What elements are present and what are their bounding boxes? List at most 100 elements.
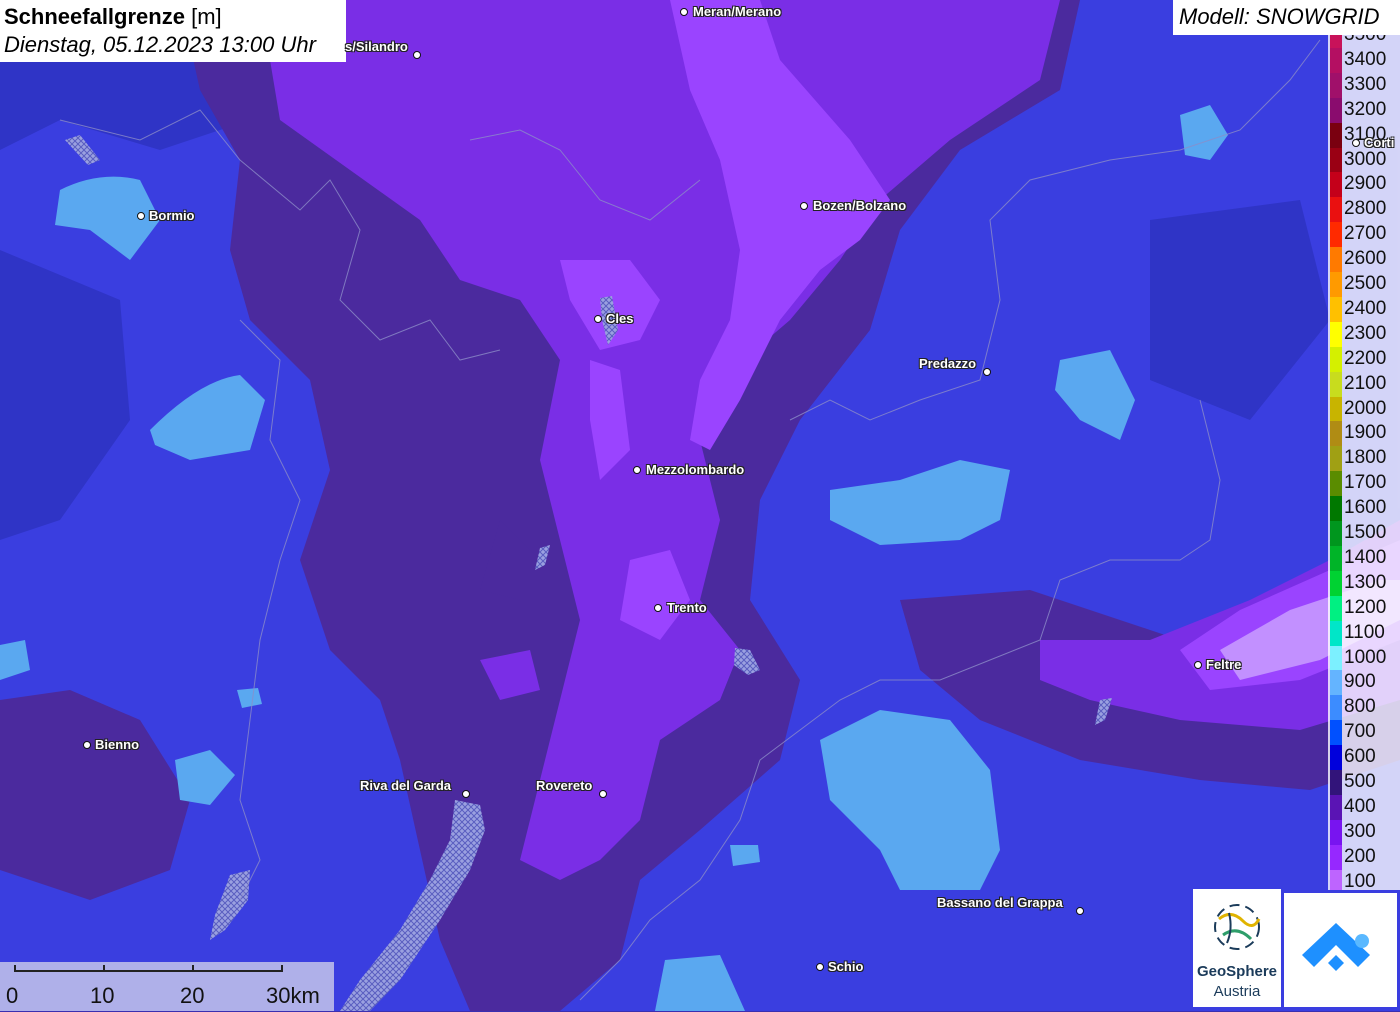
legend-entry: 1100	[1328, 620, 1400, 646]
city-marker[interactable]	[1076, 907, 1084, 915]
geosphere-logo-line2: Austria	[1213, 983, 1261, 1000]
legend-entry: 2300	[1328, 321, 1400, 347]
scale-line	[14, 970, 283, 972]
legend-swatch	[1330, 545, 1342, 571]
legend-swatch	[1330, 869, 1342, 890]
legend-label: 1300	[1344, 571, 1387, 593]
city-label[interactable]: Bassano del Grappa	[937, 896, 1063, 910]
city-label[interactable]: Mezzolombardo	[646, 463, 744, 477]
city-marker[interactable]	[983, 368, 991, 376]
city-marker[interactable]	[816, 963, 824, 971]
city-marker[interactable]	[1194, 661, 1202, 669]
legend-entry: 1600	[1328, 496, 1400, 522]
city-marker[interactable]	[594, 315, 602, 323]
legend-entry: 1700	[1328, 471, 1400, 497]
legend-swatch	[1330, 47, 1342, 73]
legend-swatch	[1330, 247, 1342, 273]
legend-label: 3000	[1344, 148, 1387, 170]
scale-label: 0	[6, 983, 19, 1008]
legend-entry: 2200	[1328, 346, 1400, 372]
legend-label: 300	[1344, 820, 1376, 842]
city-label[interactable]: Trento	[667, 601, 707, 615]
legend-label: 2300	[1344, 322, 1387, 344]
legend-entry: 1200	[1328, 595, 1400, 621]
city-label[interactable]: Cles	[606, 312, 633, 326]
geosphere-logo[interactable]: GeoSphere Austria	[1193, 889, 1281, 1007]
legend-swatch	[1330, 122, 1342, 148]
scale-tick	[192, 965, 194, 972]
legend-label: 1600	[1344, 497, 1387, 519]
legend-swatch	[1330, 222, 1342, 248]
legend-entry: 1800	[1328, 446, 1400, 472]
city-marker[interactable]	[800, 202, 808, 210]
map-title: Schneefallgrenze [m]	[4, 3, 346, 31]
legend-swatch	[1330, 197, 1342, 223]
scale-label: 30km	[266, 983, 320, 1008]
legend-entry: 2800	[1328, 197, 1400, 223]
legend-swatch	[1330, 471, 1342, 497]
legend-label: 800	[1344, 696, 1376, 718]
legend-label: 1200	[1344, 596, 1387, 618]
legend-swatch	[1330, 97, 1342, 123]
weather-app-logo[interactable]	[1284, 893, 1397, 1007]
legend-entry: 100	[1328, 869, 1400, 890]
city-marker[interactable]	[680, 8, 688, 16]
scale-tick	[103, 965, 105, 972]
legend-entry: 3000	[1328, 147, 1400, 173]
legend-label: 600	[1344, 746, 1376, 768]
city-marker[interactable]	[137, 212, 145, 220]
legend-swatch	[1330, 272, 1342, 297]
legend-label: 2100	[1344, 372, 1387, 394]
city-marker[interactable]	[1352, 139, 1360, 147]
scale-tick	[14, 965, 16, 972]
legend-swatch	[1330, 670, 1342, 696]
geosphere-emblem-icon	[1214, 904, 1261, 950]
legend-label: 200	[1344, 845, 1376, 867]
legend-label: 3200	[1344, 98, 1387, 120]
legend-swatch	[1330, 770, 1342, 795]
legend-label: 1100	[1344, 621, 1385, 643]
legend-swatch	[1330, 570, 1342, 596]
city-label[interactable]: Corti	[1364, 136, 1394, 150]
city-marker[interactable]	[462, 790, 470, 798]
geosphere-logo-line1: GeoSphere	[1196, 963, 1278, 980]
legend-entry: 1900	[1328, 421, 1400, 447]
city-marker[interactable]	[83, 741, 91, 749]
legend-label: 2900	[1344, 173, 1387, 195]
legend-swatch	[1330, 819, 1342, 845]
legend-label: 2800	[1344, 198, 1387, 220]
legend-swatch	[1330, 620, 1342, 646]
legend-label: 2200	[1344, 347, 1387, 369]
legend-label: 2400	[1344, 297, 1387, 319]
city-label[interactable]: Predazzo	[919, 357, 976, 371]
legend-label: 2000	[1344, 397, 1387, 419]
legend-swatch	[1330, 371, 1342, 397]
city-marker[interactable]	[599, 790, 607, 798]
scale-tick	[281, 965, 283, 972]
legend-entry: 400	[1328, 794, 1400, 820]
legend-label: 1900	[1344, 422, 1387, 444]
legend-entry: 3500	[1328, 35, 1400, 48]
city-label[interactable]: s/Silandro	[345, 40, 408, 54]
city-marker[interactable]	[654, 604, 662, 612]
legend-entry: 700	[1328, 720, 1400, 746]
city-label[interactable]: Meran/Merano	[693, 5, 781, 19]
city-label[interactable]: Rovereto	[536, 779, 592, 793]
legend-swatch	[1330, 147, 1342, 173]
legend-swatch	[1330, 396, 1342, 422]
city-label[interactable]: Bienno	[95, 738, 139, 752]
city-label[interactable]: Riva del Garda	[360, 779, 451, 793]
city-marker[interactable]	[413, 51, 421, 59]
city-label[interactable]: Bormio	[149, 209, 195, 223]
legend-label: 1400	[1344, 546, 1387, 568]
city-marker[interactable]	[633, 466, 641, 474]
legend-swatch	[1330, 321, 1342, 347]
title-main: Schneefallgrenze	[4, 4, 185, 29]
city-label[interactable]: Feltre	[1206, 658, 1241, 672]
legend-entry: 2400	[1328, 296, 1400, 322]
city-label[interactable]: Schio	[828, 960, 863, 974]
city-label[interactable]: Bozen/Bolzano	[813, 199, 906, 213]
snowfall-map[interactable]	[0, 0, 1400, 1011]
legend-entry: 200	[1328, 844, 1400, 870]
legend-swatch	[1330, 496, 1342, 522]
